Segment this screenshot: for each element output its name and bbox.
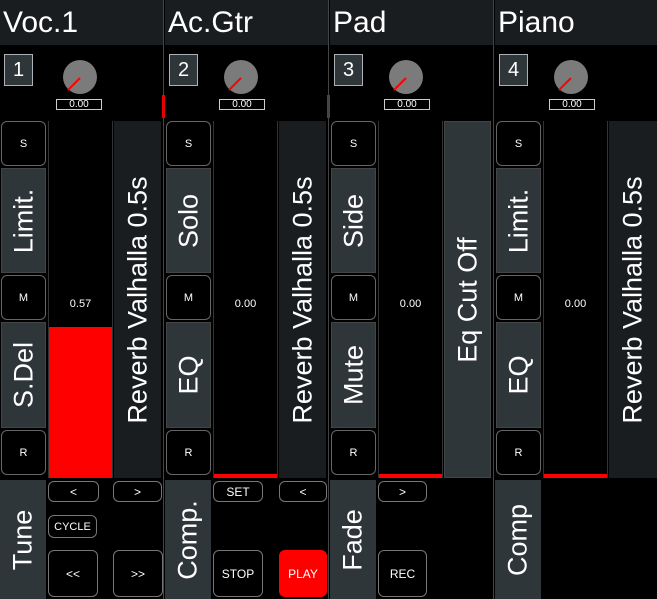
channel-1-fader-value: 0.57 bbox=[69, 298, 92, 310]
channel-2-lower-label: EQ bbox=[173, 355, 203, 395]
channel-3-upper-label: Side bbox=[338, 193, 368, 248]
channel-3-number: 3 bbox=[334, 54, 363, 86]
channel-2-number: 2 bbox=[169, 54, 198, 86]
channel-3-lower-label: Mute bbox=[338, 344, 368, 406]
channel-1-knob[interactable] bbox=[63, 60, 97, 94]
channel-4-knob[interactable] bbox=[554, 60, 588, 94]
channel-3-knob[interactable] bbox=[389, 60, 423, 94]
channel-3-upper-tile[interactable]: Side bbox=[331, 168, 376, 273]
tune-tile[interactable]: Tune bbox=[0, 480, 46, 599]
channel-3-header: 3 0.00 bbox=[327, 45, 493, 118]
play-button[interactable]: PLAY bbox=[279, 550, 327, 597]
channel-1-lower-tile[interactable]: S.Del bbox=[1, 322, 46, 428]
channel-4-rec-button[interactable]: R bbox=[496, 430, 541, 475]
channel-4-header: 4 0.00 bbox=[495, 45, 657, 118]
channel-4-fader-fill bbox=[544, 474, 607, 478]
channel-2-upper-tile[interactable]: Solo bbox=[166, 168, 211, 273]
channel-3-solo-button[interactable]: S bbox=[331, 121, 376, 166]
forward-button[interactable]: >> bbox=[113, 550, 163, 597]
rec-button[interactable]: REC bbox=[378, 550, 427, 597]
channel-2-solo-button[interactable]: S bbox=[166, 121, 211, 166]
cycle-button[interactable]: CYCLE bbox=[48, 515, 97, 538]
channel-3-title: Pad bbox=[330, 0, 493, 45]
rewind-button[interactable]: << bbox=[48, 550, 98, 597]
channel-2-fader[interactable]: 0.00 bbox=[213, 121, 278, 478]
channel-1-side-label: Reverb Valhalla 0.5s bbox=[122, 175, 152, 424]
channel-1-fader[interactable]: 0.57 bbox=[48, 121, 113, 478]
channel-4-fader-value: 0.00 bbox=[564, 298, 587, 310]
channel-4-knob-value: 0.00 bbox=[549, 99, 595, 110]
channel-2-side-label: Reverb Valhalla 0.5s bbox=[287, 175, 317, 424]
channel-2-knob-value: 0.00 bbox=[219, 99, 265, 110]
prev-button-1[interactable]: < bbox=[48, 481, 99, 502]
comp-tile-1[interactable]: Comp. bbox=[165, 480, 211, 599]
channel-3-lower-tile[interactable]: Mute bbox=[331, 322, 376, 428]
channel-4-upper-label: Limit. bbox=[503, 188, 533, 253]
channel-4-side-label: Reverb Valhalla 0.5s bbox=[617, 175, 648, 424]
stop-button[interactable]: STOP bbox=[213, 550, 263, 597]
channel-4-side-tile[interactable]: Reverb Valhalla 0.5s bbox=[609, 121, 657, 478]
fade-label: Fade bbox=[337, 508, 368, 571]
channel-4-number: 4 bbox=[499, 54, 528, 86]
channel-3-side-label: Eq Cut Off bbox=[452, 236, 482, 363]
column-divider bbox=[328, 0, 329, 599]
channel-1-rec-button[interactable]: R bbox=[1, 430, 46, 475]
comp-label-1: Comp. bbox=[172, 499, 203, 580]
channel-1-title: Voc.1 bbox=[0, 0, 163, 45]
channel-4-fader[interactable]: 0.00 bbox=[543, 121, 608, 478]
channel-3-fader[interactable]: 0.00 bbox=[378, 121, 443, 478]
channel-2-title: Ac.Gtr bbox=[165, 0, 328, 45]
column-divider bbox=[493, 0, 494, 599]
knob-indicator bbox=[558, 77, 572, 91]
channel-1-knob-value: 0.00 bbox=[56, 99, 102, 110]
channel-1-upper-label: Limit. bbox=[8, 188, 38, 253]
channel-4-solo-button[interactable]: S bbox=[496, 121, 541, 166]
set-button[interactable]: SET bbox=[213, 481, 263, 502]
channel-4-mute-button[interactable]: M bbox=[496, 275, 541, 320]
channel-1-solo-button[interactable]: S bbox=[1, 121, 46, 166]
knob-indicator bbox=[67, 77, 81, 91]
channel-1-header: 1 0.00 bbox=[0, 45, 163, 118]
channel-1-number: 1 bbox=[4, 54, 33, 86]
channel-2-mute-button[interactable]: M bbox=[166, 275, 211, 320]
channel-1-fader-fill bbox=[49, 327, 112, 478]
channel-3-fader-fill bbox=[379, 474, 442, 478]
channel-2-upper-label: Solo bbox=[173, 193, 203, 248]
channel-1-upper-tile[interactable]: Limit. bbox=[1, 168, 46, 273]
channel-1-mute-button[interactable]: M bbox=[1, 275, 46, 320]
next-button-2[interactable]: > bbox=[378, 481, 427, 502]
next-button-1[interactable]: > bbox=[113, 481, 162, 502]
prev-button-2[interactable]: < bbox=[279, 481, 327, 502]
channel-4-title: Piano bbox=[495, 0, 657, 45]
knob-indicator bbox=[228, 77, 242, 91]
channel-3-rec-button[interactable]: R bbox=[331, 430, 376, 475]
channel-1-side-tile[interactable]: Reverb Valhalla 0.5s bbox=[114, 121, 161, 478]
comp-label-2: Comp bbox=[502, 503, 533, 576]
channel-4-lower-tile[interactable]: EQ bbox=[496, 322, 541, 428]
channel-3-side-tile[interactable]: Eq Cut Off bbox=[444, 121, 491, 478]
channel-2-side-tile[interactable]: Reverb Valhalla 0.5s bbox=[279, 121, 326, 478]
channel-2-lower-tile[interactable]: EQ bbox=[166, 322, 211, 428]
channel-2-header: 2 0.00 bbox=[162, 45, 328, 118]
knob-indicator bbox=[393, 77, 407, 91]
comp-tile-2[interactable]: Comp bbox=[495, 480, 541, 599]
channel-3-fader-value: 0.00 bbox=[399, 298, 422, 310]
fade-tile[interactable]: Fade bbox=[330, 480, 376, 599]
channel-1-lower-label: S.Del bbox=[8, 341, 38, 409]
column-divider bbox=[163, 0, 164, 599]
channel-2-knob[interactable] bbox=[224, 60, 258, 94]
channel-2-fader-fill bbox=[214, 474, 277, 478]
channel-4-lower-label: EQ bbox=[503, 355, 533, 395]
channel-2-rec-button[interactable]: R bbox=[166, 430, 211, 475]
channel-3-mute-button[interactable]: M bbox=[331, 275, 376, 320]
channel-2-fader-value: 0.00 bbox=[234, 298, 257, 310]
channel-4-upper-tile[interactable]: Limit. bbox=[496, 168, 541, 273]
channel-3-knob-value: 0.00 bbox=[384, 99, 430, 110]
tune-label: Tune bbox=[7, 509, 38, 570]
